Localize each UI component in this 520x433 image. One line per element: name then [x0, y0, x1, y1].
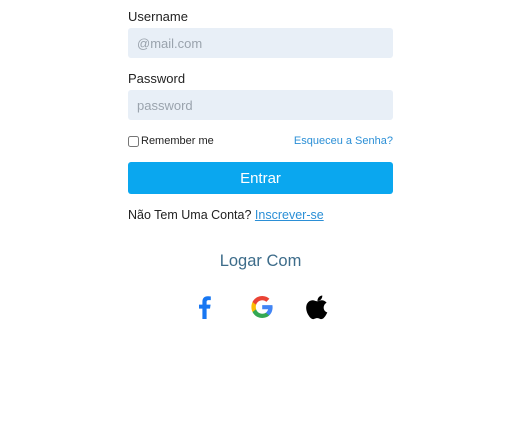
password-input[interactable] [128, 90, 393, 120]
signup-prompt: Não Tem Uma Conta? [128, 208, 252, 222]
social-login-row [188, 290, 338, 324]
facebook-icon[interactable] [188, 290, 222, 324]
signup-row: Não Tem Uma Conta? Inscrever-se [128, 208, 324, 222]
username-label: Username [128, 9, 188, 24]
social-login-title: Logar Com [219, 252, 302, 270]
login-button[interactable]: Entrar [128, 162, 393, 194]
remember-checkbox[interactable] [128, 135, 139, 147]
username-input[interactable] [128, 28, 393, 58]
remember-label: Remember me [141, 135, 214, 147]
forgot-password-link[interactable]: Esqueceu a Senha? [294, 135, 393, 147]
google-icon[interactable] [245, 290, 279, 324]
apple-icon[interactable] [302, 290, 336, 324]
signup-link[interactable]: Inscrever-se [255, 208, 324, 222]
remember-me[interactable]: Remember me [128, 135, 214, 147]
password-label: Password [128, 71, 186, 86]
